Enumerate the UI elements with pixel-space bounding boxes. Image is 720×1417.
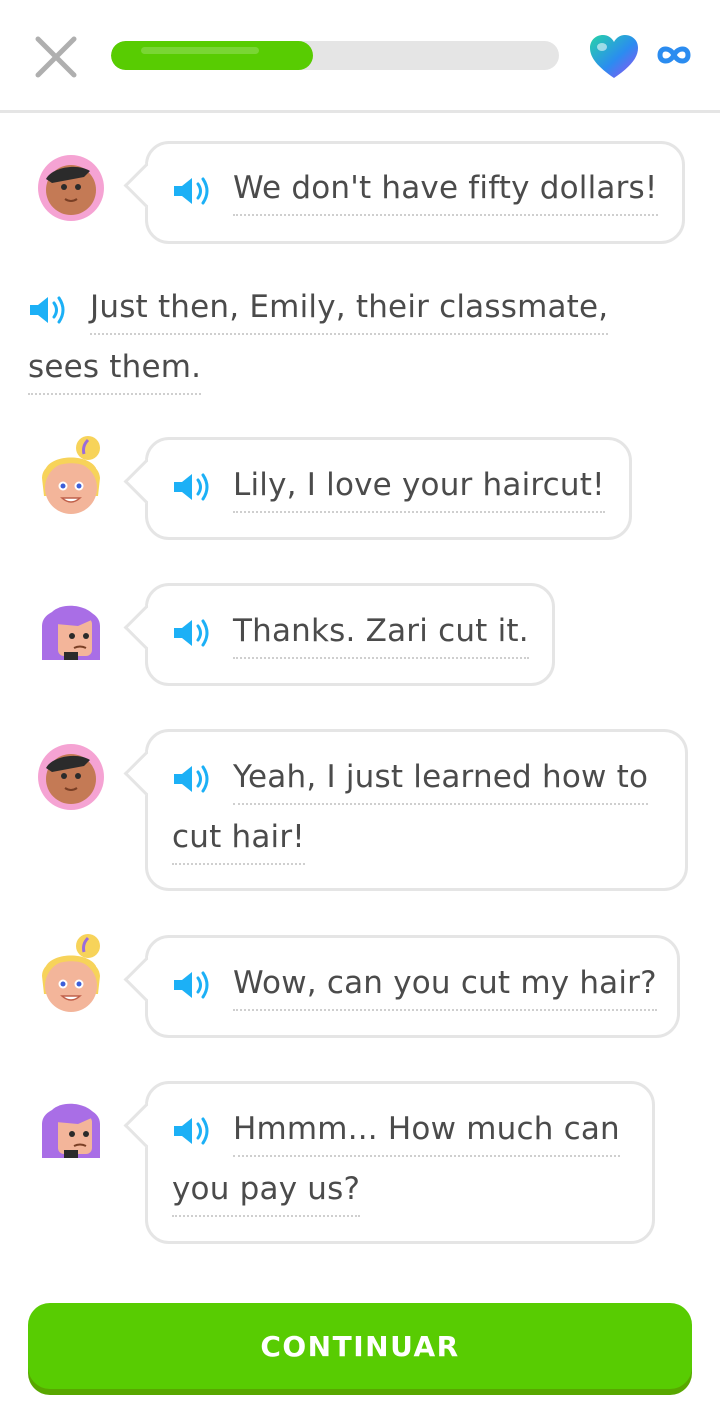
continue-button[interactable]: CONTINUAR bbox=[28, 1303, 692, 1389]
avatar-emily bbox=[38, 934, 104, 1020]
dialogue-line-4a: Yeah, I just learned how to bbox=[233, 759, 649, 805]
speaker-icon[interactable] bbox=[28, 294, 70, 326]
avatar-boy bbox=[38, 744, 104, 810]
speaker-icon[interactable] bbox=[172, 175, 214, 207]
progress-shine bbox=[141, 47, 259, 54]
dialogue-line-4b: cut hair! bbox=[172, 819, 305, 865]
top-bar bbox=[0, 0, 720, 113]
close-icon[interactable] bbox=[32, 33, 80, 81]
speaker-icon[interactable] bbox=[172, 471, 214, 503]
avatar-boy bbox=[38, 155, 104, 221]
speaker-icon[interactable] bbox=[172, 617, 214, 649]
dialogue-line-6b: you pay us? bbox=[172, 1171, 361, 1217]
speaker-icon[interactable] bbox=[172, 1115, 214, 1147]
speaker-icon[interactable] bbox=[172, 969, 214, 1001]
lesson-progress-fill bbox=[111, 41, 313, 70]
dialogue-line-3: Thanks. Zari cut it. bbox=[233, 613, 529, 659]
avatar-lily bbox=[38, 598, 104, 660]
dialogue-line-2: Lily, I love your haircut! bbox=[233, 467, 605, 513]
narration-line-1: Just then, Emily, their classmate, bbox=[90, 289, 609, 335]
narration-line-2: sees them. bbox=[28, 349, 202, 395]
infinity-icon bbox=[654, 41, 694, 69]
dialogue-line-5: Wow, can you cut my hair? bbox=[233, 965, 657, 1011]
dialogue-line-1: We don't have fifty dollars! bbox=[233, 170, 658, 216]
avatar-emily bbox=[38, 436, 104, 522]
dialogue-line-6a: Hmmm... How much can bbox=[233, 1111, 620, 1157]
speech-bubble-6 bbox=[145, 1081, 655, 1244]
heart-icon[interactable] bbox=[588, 34, 640, 80]
speech-bubble-4 bbox=[145, 729, 688, 891]
speaker-icon[interactable] bbox=[172, 763, 214, 795]
avatar-lily bbox=[38, 1096, 104, 1158]
lesson-progress-bar bbox=[111, 41, 559, 70]
